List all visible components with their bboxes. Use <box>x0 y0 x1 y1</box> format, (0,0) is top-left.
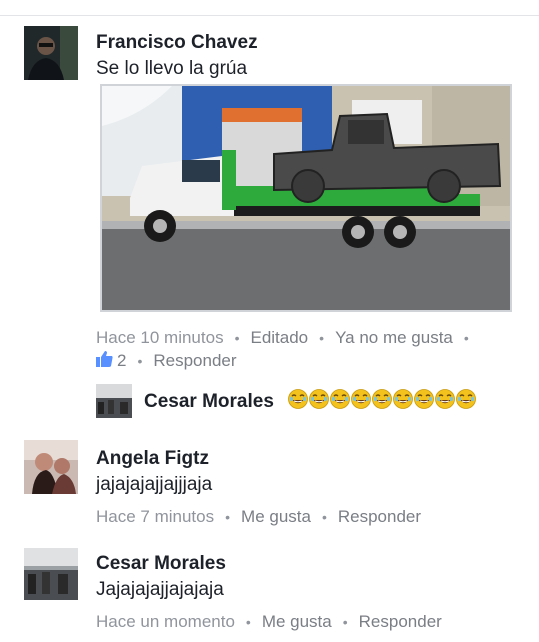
comment-text: Jajajajajjajajaja <box>96 579 224 600</box>
tow-truck-photo[interactable] <box>100 84 512 312</box>
like-link[interactable]: Me gusta <box>241 507 311 527</box>
comment-text: jajajajajjajjjaja <box>96 474 213 495</box>
comment-author[interactable]: Francisco Chavez <box>96 32 258 54</box>
comment-timestamp[interactable]: Hace un momento <box>96 612 235 632</box>
tow-truck-image <box>102 86 510 310</box>
dot-separator: • <box>319 330 325 346</box>
crying-laughing-emoji-icon <box>351 389 371 409</box>
dot-separator: • <box>245 614 251 630</box>
unlike-link[interactable]: Ya no me gusta <box>335 328 453 348</box>
reply-author[interactable]: Cesar Morales <box>144 391 274 413</box>
top-divider <box>0 15 539 16</box>
crying-laughing-emoji-icon <box>414 389 434 409</box>
avatar[interactable] <box>24 440 78 494</box>
crying-laughing-emoji-icon <box>435 389 455 409</box>
avatar-photo <box>24 548 78 600</box>
comment-text: Se lo llevo la grúa <box>96 58 248 79</box>
dot-separator: • <box>234 330 240 346</box>
crying-laughing-emoji-icon <box>288 389 308 409</box>
comment-likes-row: 2 • Responder <box>96 350 237 372</box>
crying-laughing-emoji-icon <box>372 389 392 409</box>
avatar[interactable] <box>24 548 78 600</box>
crying-laughing-emoji-icon <box>330 389 350 409</box>
reply-link[interactable]: Responder <box>338 507 421 527</box>
comment-meta: Hace un momento • Me gusta • Responder <box>96 612 442 632</box>
crying-laughing-emoji-icon <box>309 389 329 409</box>
like-count[interactable]: 2 <box>117 351 126 371</box>
avatar-photo <box>24 440 78 494</box>
comment-author[interactable]: Angela Figtz <box>96 448 209 470</box>
comment-meta: Hace 10 minutos • Editado • Ya no me gus… <box>96 328 480 348</box>
dot-separator: • <box>225 509 231 525</box>
like-link[interactable]: Me gusta <box>262 612 332 632</box>
edited-link[interactable]: Editado <box>250 328 308 348</box>
avatar-photo <box>96 384 132 418</box>
dot-separator: • <box>321 509 327 525</box>
comment-meta: Hace 7 minutos • Me gusta • Responder <box>96 507 421 527</box>
comment-author[interactable]: Cesar Morales <box>96 553 226 575</box>
comment-timestamp[interactable]: Hace 7 minutos <box>96 507 214 527</box>
avatar-photo <box>24 26 78 80</box>
avatar[interactable] <box>24 26 78 80</box>
reply-link[interactable]: Responder <box>153 351 236 371</box>
dot-separator: • <box>137 353 143 369</box>
reply-link[interactable]: Responder <box>359 612 442 632</box>
crying-laughing-emoji-icon <box>456 389 476 409</box>
crying-laughing-emoji-icon <box>393 389 413 409</box>
avatar[interactable] <box>96 384 132 418</box>
dot-separator: • <box>342 614 348 630</box>
emoji-row <box>288 389 476 409</box>
comment-timestamp[interactable]: Hace 10 minutos <box>96 328 224 348</box>
dot-separator: • <box>463 330 469 346</box>
thumbs-up-icon[interactable] <box>96 350 113 372</box>
